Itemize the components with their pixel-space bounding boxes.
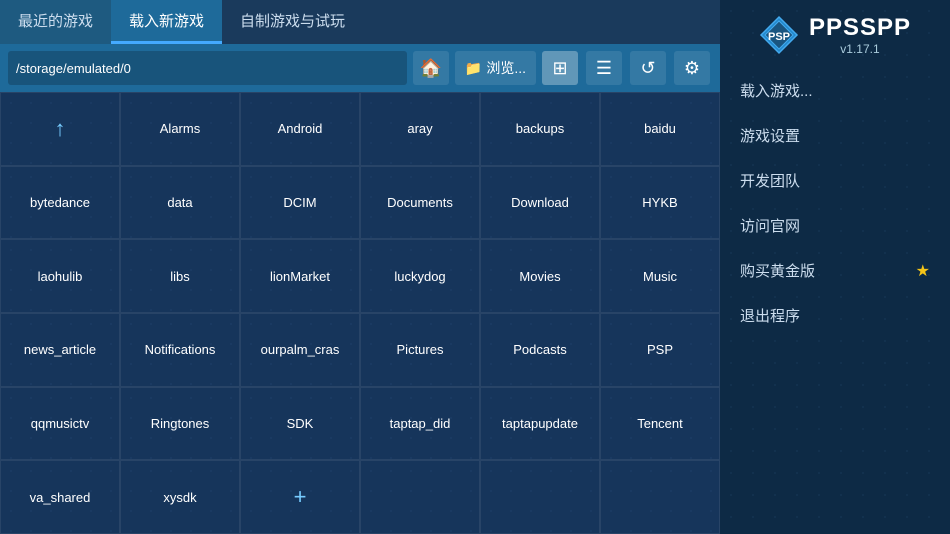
sidebar: PSP PPSSPP v1.17.1 载入游戏... 游戏设置开发团队访问官网购买… bbox=[720, 0, 950, 534]
file-cell[interactable]: xysdk bbox=[120, 460, 240, 534]
file-cell bbox=[360, 460, 480, 534]
file-cell[interactable]: Movies bbox=[480, 239, 600, 313]
tab-recent[interactable]: 最近的游戏 bbox=[0, 0, 111, 44]
list-view-button[interactable]: ☰ bbox=[586, 51, 622, 85]
file-cell bbox=[480, 460, 600, 534]
file-cell[interactable]: Music bbox=[600, 239, 720, 313]
sidebar-item-label: 退出程序 bbox=[740, 305, 930, 326]
file-grid: ↑AlarmsAndroidaraybackupsbaidu bytedanced… bbox=[0, 92, 720, 534]
file-cell[interactable]: Podcasts bbox=[480, 313, 600, 387]
tab-homebrew[interactable]: 自制游戏与试玩 bbox=[222, 0, 363, 44]
star-icon: ★ bbox=[916, 261, 930, 281]
file-cell[interactable]: baidu bbox=[600, 92, 720, 166]
brand-text: PPSSPP v1.17.1 bbox=[809, 14, 911, 56]
file-cell[interactable]: PSP bbox=[600, 313, 720, 387]
refresh-button[interactable]: ↺ bbox=[630, 51, 666, 85]
add-folder-button[interactable]: + bbox=[240, 460, 360, 534]
sidebar-item-label: 游戏设置 bbox=[740, 125, 930, 146]
sidebar-item-dev-team[interactable]: 开发团队 bbox=[720, 158, 950, 203]
sidebar-item-label: 载入游戏... bbox=[740, 80, 930, 101]
sidebar-item-label: 购买黄金版 bbox=[740, 260, 916, 281]
tab-bar: 最近的游戏 载入新游戏 自制游戏与试玩 bbox=[0, 0, 720, 44]
home-button[interactable]: 🏠 bbox=[413, 51, 449, 85]
file-cell[interactable]: va_shared bbox=[0, 460, 120, 534]
file-cell[interactable]: data bbox=[120, 166, 240, 240]
file-cell[interactable]: Alarms bbox=[120, 92, 240, 166]
file-cell bbox=[600, 460, 720, 534]
brand-version: v1.17.1 bbox=[809, 42, 911, 56]
sidebar-item-load-game[interactable]: 载入游戏... bbox=[720, 68, 950, 113]
settings-button[interactable]: ⚙ bbox=[674, 51, 710, 85]
file-cell[interactable]: taptapupdate bbox=[480, 387, 600, 461]
tab-load-new[interactable]: 载入新游戏 bbox=[111, 0, 222, 44]
file-cell[interactable]: luckydog bbox=[360, 239, 480, 313]
path-display: /storage/emulated/0 bbox=[8, 51, 407, 85]
file-cell[interactable]: lionMarket bbox=[240, 239, 360, 313]
browse-label: 浏览... bbox=[486, 58, 526, 78]
sidebar-item-exit[interactable]: 退出程序 bbox=[720, 293, 950, 338]
sidebar-item-official-site[interactable]: 访问官网 bbox=[720, 203, 950, 248]
sidebar-menu: 载入游戏... 游戏设置开发团队访问官网购买黄金版★ 退出程序 bbox=[720, 64, 950, 534]
file-cell[interactable]: DCIM bbox=[240, 166, 360, 240]
file-cell[interactable]: qqmusictv bbox=[0, 387, 120, 461]
file-cell[interactable]: news_article bbox=[0, 313, 120, 387]
brand: PSP PPSSPP v1.17.1 bbox=[720, 0, 950, 64]
file-cell[interactable]: laohulib bbox=[0, 239, 120, 313]
file-cell[interactable]: taptap_did bbox=[360, 387, 480, 461]
file-cell[interactable]: Download bbox=[480, 166, 600, 240]
folder-icon: 📁 bbox=[465, 60, 482, 77]
file-cell[interactable]: Ringtones bbox=[120, 387, 240, 461]
up-dir-button[interactable]: ↑ bbox=[0, 92, 120, 166]
sidebar-item-label: 访问官网 bbox=[740, 215, 930, 236]
file-cell[interactable]: Pictures bbox=[360, 313, 480, 387]
sidebar-item-game-settings[interactable]: 游戏设置 bbox=[720, 113, 950, 158]
file-cell[interactable]: aray bbox=[360, 92, 480, 166]
brand-name: PPSSPP bbox=[809, 14, 911, 42]
file-cell[interactable]: Android bbox=[240, 92, 360, 166]
browse-button[interactable]: 📁 浏览... bbox=[455, 51, 536, 85]
toolbar: /storage/emulated/0 🏠 📁 浏览... ⊞ ☰ ↺ ⚙ bbox=[0, 44, 720, 92]
sidebar-item-buy-gold[interactable]: 购买黄金版★ bbox=[720, 248, 950, 293]
file-cell[interactable]: bytedance bbox=[0, 166, 120, 240]
sidebar-item-label: 开发团队 bbox=[740, 170, 930, 191]
file-cell[interactable]: SDK bbox=[240, 387, 360, 461]
ppsspp-logo: PSP bbox=[759, 15, 799, 55]
file-cell[interactable]: Tencent bbox=[600, 387, 720, 461]
file-cell[interactable]: Notifications bbox=[120, 313, 240, 387]
svg-text:PSP: PSP bbox=[768, 31, 790, 43]
file-cell[interactable]: HYKB bbox=[600, 166, 720, 240]
file-cell[interactable]: Documents bbox=[360, 166, 480, 240]
grid-view-button[interactable]: ⊞ bbox=[542, 51, 578, 85]
file-cell[interactable]: libs bbox=[120, 239, 240, 313]
file-cell[interactable]: backups bbox=[480, 92, 600, 166]
file-cell[interactable]: ourpalm_cras bbox=[240, 313, 360, 387]
